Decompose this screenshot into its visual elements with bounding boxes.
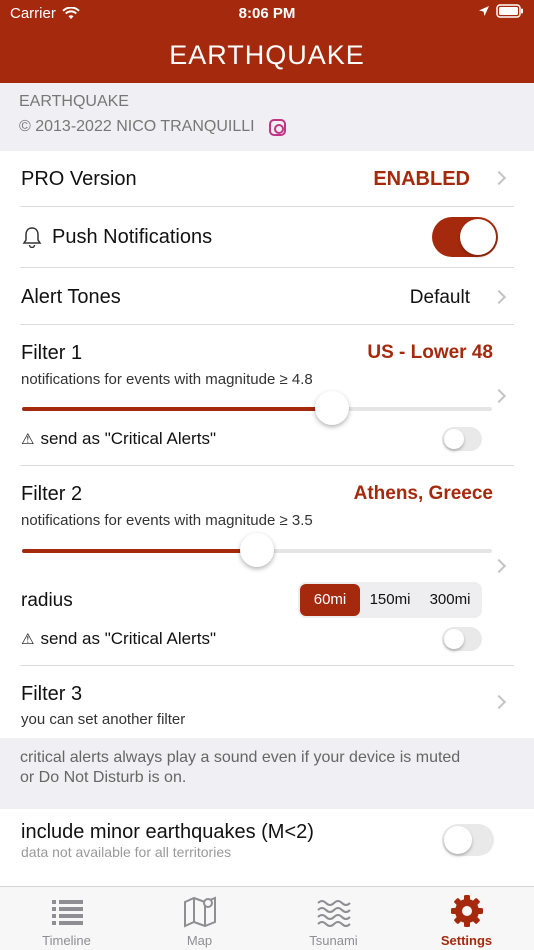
filter2-radius-label: radius — [21, 590, 73, 611]
minor-quakes-group: include minor earthquakes (M<2) data not… — [0, 809, 534, 886]
filter2-magnitude-slider[interactable] — [22, 533, 492, 567]
radius-option-300[interactable]: 300mi — [420, 584, 480, 616]
pro-version-row[interactable]: PRO Version ENABLED — [0, 151, 534, 207]
minor-quakes-subtitle: data not available for all territories — [21, 844, 232, 860]
copyright-text: © 2013-2022 NICO TRANQUILLI — [19, 118, 255, 135]
filter1-title: Filter 1 — [21, 342, 83, 364]
map-icon — [183, 896, 216, 928]
push-notifications-toggle[interactable] — [432, 217, 498, 257]
app-info-header: EARTHQUAKE © 2013-2022 NICO TRANQUILLI — [0, 83, 534, 151]
status-bar: Carrier 8:06 PM — [0, 0, 534, 28]
pro-version-value: ENABLED — [373, 168, 470, 190]
tab-map[interactable]: Map — [133, 893, 266, 948]
push-notifications-label: Push Notifications — [52, 226, 213, 248]
filter2-title: Filter 2 — [21, 483, 83, 505]
filter2-row[interactable]: Filter 2 Athens, Greece notifications fo… — [0, 466, 534, 666]
chevron-right-icon — [491, 170, 507, 186]
radius-option-60[interactable]: 60mi — [300, 584, 360, 616]
filter1-critical-toggle[interactable] — [442, 427, 482, 451]
critical-alerts-note: critical alerts always play a sound even… — [0, 738, 534, 809]
warning-icon: ⚠ — [21, 431, 35, 448]
filter2-critical-toggle[interactable] — [442, 627, 482, 651]
critical-alerts-note-text: critical alerts always play a sound even… — [20, 749, 461, 786]
minor-quakes-row: include minor earthquakes (M<2) data not… — [0, 809, 534, 886]
chevron-right-icon — [491, 388, 507, 404]
filter2-critical-label-group: ⚠ send as "Critical Alerts" — [21, 629, 216, 649]
filter1-critical-label-group: ⚠ send as "Critical Alerts" — [21, 429, 216, 449]
filter3-row[interactable]: Filter 3 you can set another filter — [0, 666, 534, 738]
list-icon — [51, 900, 83, 925]
filter2-critical-label: send as "Critical Alerts" — [40, 629, 216, 648]
push-notifications-row: Push Notifications — [0, 207, 534, 268]
gear-icon — [450, 895, 483, 927]
filter1-critical-label: send as "Critical Alerts" — [40, 429, 216, 448]
pro-version-label: PRO Version — [21, 168, 137, 190]
filter2-description: notifications for events with magnitude … — [21, 512, 313, 529]
navigation-bar: EARTHQUAKE — [0, 28, 534, 83]
tab-tsunami[interactable]: Tsunami — [267, 893, 400, 948]
toggle-knob — [444, 826, 472, 854]
tab-settings-label: Settings — [440, 933, 493, 948]
minor-quakes-toggle[interactable] — [442, 824, 494, 856]
alert-tones-row[interactable]: Alert Tones Default — [0, 268, 534, 325]
filter3-title: Filter 3 — [21, 683, 83, 705]
copyright-line: © 2013-2022 NICO TRANQUILLI — [19, 118, 286, 136]
filter2-location: Athens, Greece — [353, 483, 493, 504]
slider-thumb[interactable] — [315, 391, 349, 425]
waves-icon — [316, 900, 351, 927]
settings-group: PRO Version ENABLED Push Notifications A… — [0, 151, 534, 738]
instagram-icon[interactable] — [268, 118, 286, 136]
tab-settings[interactable]: Settings — [400, 893, 533, 948]
radius-segmented-control: 60mi 150mi 300mi — [298, 582, 482, 618]
clock: 8:06 PM — [238, 5, 296, 22]
page-title: EARTHQUAKE — [169, 40, 365, 70]
toggle-knob — [444, 429, 464, 449]
location-arrow-icon — [479, 6, 489, 16]
slider-fill — [22, 549, 257, 553]
slider-fill — [22, 407, 332, 411]
tab-bar: Timeline Map Tsunami Settings — [0, 886, 534, 950]
tab-map-label: Map — [186, 933, 213, 948]
alert-tones-value: Default — [409, 287, 470, 308]
chevron-right-icon — [491, 694, 507, 710]
tab-timeline[interactable]: Timeline — [0, 893, 133, 948]
status-right — [478, 4, 524, 18]
filter1-location: US - Lower 48 — [367, 342, 493, 363]
warning-icon: ⚠ — [21, 631, 35, 648]
toggle-knob — [444, 629, 464, 649]
slider-thumb[interactable] — [240, 533, 274, 567]
filter1-magnitude-slider[interactable] — [22, 391, 492, 425]
battery-icon — [496, 4, 523, 18]
bell-icon — [22, 227, 42, 248]
alert-tones-label: Alert Tones — [21, 286, 121, 308]
minor-quakes-label: include minor earthquakes (M<2) — [21, 821, 314, 843]
chevron-right-icon — [491, 558, 507, 574]
toggle-knob — [460, 219, 496, 255]
filter3-subtitle: you can set another filter — [21, 711, 186, 728]
filter1-row[interactable]: Filter 1 US - Lower 48 notifications for… — [0, 325, 534, 466]
app-name: EARTHQUAKE — [19, 93, 129, 110]
radius-option-150[interactable]: 150mi — [360, 584, 420, 616]
tab-tsunami-label: Tsunami — [309, 933, 358, 948]
chevron-right-icon — [491, 289, 507, 305]
filter1-description: notifications for events with magnitude … — [21, 371, 313, 388]
tab-timeline-label: Timeline — [42, 933, 91, 948]
